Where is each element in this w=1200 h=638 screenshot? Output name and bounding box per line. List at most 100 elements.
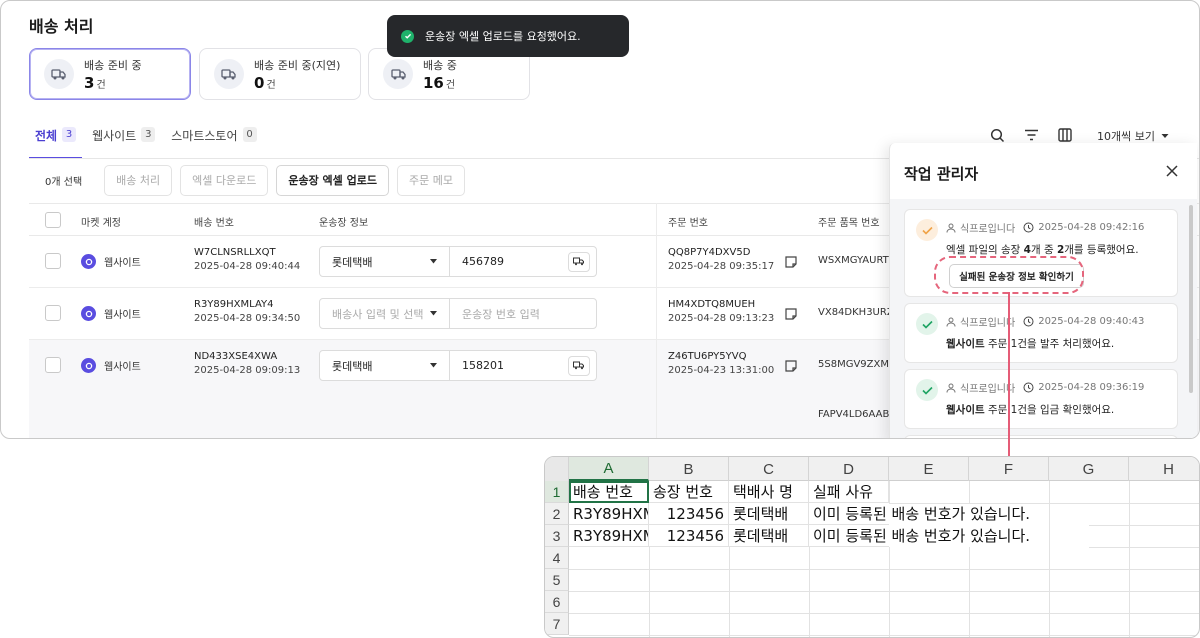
job-message: 웹사이트 주문 1건을 입금 확인했어요. — [946, 404, 1115, 416]
col-waybill: 운송장 정보 — [319, 218, 369, 229]
job-message: 엑셀 파일의 송장 4개 중 2개를 등록했어요. — [946, 244, 1139, 256]
carrier-select[interactable]: 롯데택배 — [320, 351, 450, 380]
selected-count: 0개 선택 — [45, 176, 83, 188]
job-card: 식프로입니다 2025-04-28 09:40:43 웹사이트 주문 1건을 발… — [904, 303, 1178, 363]
clock-icon — [1023, 316, 1034, 327]
tab-smartstore[interactable]: 스마트스토어 0 — [165, 121, 262, 159]
carrier-select[interactable]: 배송사 입력 및 선택 — [320, 299, 450, 328]
panel-body: 식프로입니다 2025-04-28 09:42:16 엑셀 파일의 송장 4개 … — [890, 199, 1197, 438]
col-header-b[interactable]: B — [649, 457, 729, 481]
row-header-4[interactable]: 4 — [545, 547, 569, 569]
order-memo-button[interactable]: 주문 메모 — [396, 164, 465, 196]
row-header-3[interactable]: 3 — [545, 525, 569, 547]
ship-no-cell: R3Y89HXMLAY4 2025-04-28 09:34:50 — [194, 299, 301, 324]
col-header-d[interactable]: D — [809, 457, 889, 481]
caret-down-icon — [430, 259, 437, 264]
toast: 운송장 엑셀 업로드를 요청했어요. — [387, 15, 629, 57]
caret-down-icon — [430, 363, 437, 368]
panel-scrollbar[interactable] — [1189, 205, 1193, 393]
tab-all[interactable]: 전체 3 — [29, 121, 83, 159]
row-header-2[interactable]: 2 — [545, 503, 569, 525]
col-header-h[interactable]: H — [1129, 457, 1199, 481]
market-cell: 웹사이트 — [81, 306, 141, 321]
row-header-6[interactable]: 6 — [545, 591, 569, 613]
page-title: 배송 처리 — [29, 17, 94, 36]
clock-icon — [1023, 222, 1034, 233]
col-ship-no: 배송 번호 — [194, 218, 234, 229]
tracking-input[interactable]: 158201 — [450, 351, 596, 380]
table-tools — [987, 125, 1075, 145]
col-market: 마켓 계정 — [81, 218, 121, 229]
select-all-checkbox[interactable] — [45, 212, 61, 228]
waybill-input-group: 배송사 입력 및 선택 운송장 번호 입력 — [319, 298, 597, 329]
col-header-g[interactable]: G — [1049, 457, 1129, 481]
search-icon[interactable] — [987, 125, 1007, 145]
item-no-cell: FAPV4LD6AAB0 — [818, 409, 896, 420]
per-page-label: 10개씩 보기 — [1097, 130, 1155, 143]
col-header-c[interactable]: C — [729, 457, 809, 481]
sheet-column-headers: A B C D E F G H — [545, 457, 1199, 481]
tab-count: 0 — [242, 127, 257, 142]
item-no-cell: VX84DKH3URZ — [818, 307, 894, 318]
user-icon — [946, 383, 956, 393]
stat-card-ready[interactable]: 배송 준비 중 3건 — [29, 48, 191, 100]
user-icon — [946, 317, 956, 327]
carrier-select[interactable]: 롯데택배 — [320, 247, 450, 276]
tab-bar: 전체 3 웹사이트 3 스마트스토어 0 — [29, 121, 267, 159]
tracking-lookup-button[interactable] — [568, 251, 590, 272]
col-header-a[interactable]: A — [569, 457, 649, 481]
order-no-cell: Z46TU6PY5YVQ 2025-04-23 13:31:00 — [668, 351, 775, 376]
row-header-7[interactable]: 7 — [545, 613, 569, 635]
ship-button[interactable]: 배송 처리 — [104, 164, 173, 196]
market-name: 웹사이트 — [104, 310, 141, 321]
close-icon[interactable] — [1165, 164, 1179, 178]
excel-download-button[interactable]: 엑셀 다운로드 — [180, 164, 269, 196]
tracking-lookup-button[interactable] — [568, 355, 590, 376]
caret-down-icon — [430, 311, 437, 316]
tracking-input[interactable]: 456789 — [450, 247, 596, 276]
col-header-f[interactable]: F — [969, 457, 1049, 481]
per-page-select[interactable]: 10개씩 보기 — [1097, 128, 1169, 144]
website-icon — [81, 254, 96, 269]
stat-value: 16 건 — [423, 73, 456, 92]
waybill-upload-button[interactable]: 운송장 엑셀 업로드 — [276, 164, 389, 196]
waybill-input-group: 롯데택배 456789 — [319, 246, 597, 277]
truck-icon — [573, 257, 584, 266]
market-name: 웹사이트 — [104, 362, 141, 373]
stat-value: 3건 — [84, 73, 106, 92]
row-checkbox[interactable] — [45, 253, 61, 269]
shipping-app: 배송 처리 배송 준비 중 3건 배송 준비 중(지연) 0건 배송 중 16 건 — [0, 0, 1200, 439]
truck-delay-icon — [214, 59, 244, 89]
stat-label: 배송 중 — [423, 58, 457, 72]
action-bar: 0개 선택 배송 처리 엑셀 다운로드 운송장 엑셀 업로드 주문 메모 — [29, 164, 465, 196]
memo-icon[interactable] — [784, 307, 798, 321]
select-all-corner[interactable] — [545, 457, 569, 481]
sheet-gridlines — [569, 481, 1199, 637]
job-meta: 식프로입니다 2025-04-28 09:42:16 — [946, 220, 1144, 235]
filter-icon[interactable] — [1021, 125, 1041, 145]
row-checkbox[interactable] — [45, 305, 61, 321]
row-checkbox[interactable] — [45, 357, 61, 373]
tab-count: 3 — [141, 127, 156, 142]
ship-no-cell: ND433XSE4XWA 2025-04-28 09:09:13 — [194, 351, 301, 376]
columns-icon[interactable] — [1055, 125, 1075, 145]
toast-message: 운송장 엑셀 업로드를 요청했어요. — [425, 30, 581, 43]
stat-card-delayed[interactable]: 배송 준비 중(지연) 0건 — [199, 48, 361, 100]
tracking-input[interactable]: 운송장 번호 입력 — [450, 299, 596, 328]
col-order-item-no: 주문 품목 번호 — [818, 218, 880, 229]
memo-icon[interactable] — [784, 359, 798, 373]
row-header-5[interactable]: 5 — [545, 569, 569, 591]
row-header-1[interactable]: 1 — [545, 481, 569, 503]
tab-website[interactable]: 웹사이트 3 — [86, 121, 161, 159]
stat-label: 배송 준비 중(지연) — [254, 58, 341, 72]
col-header-e[interactable]: E — [889, 457, 969, 481]
market-cell: 웹사이트 — [81, 358, 141, 373]
user-icon — [946, 223, 956, 233]
ship-no-cell: W7CLNSRLLXQT 2025-04-28 09:40:44 — [194, 247, 301, 272]
waybill-input-group: 롯데택배 158201 — [319, 350, 597, 381]
job-card: 식프로입니다 2025-04-28 09:36:19 웹사이트 주문 1건을 입… — [904, 369, 1178, 429]
memo-icon[interactable] — [784, 255, 798, 269]
job-message: 웹사이트 주문 1건을 발주 처리했어요. — [946, 338, 1115, 350]
order-no-cell: QQ8P7Y4DXV5D 2025-04-28 09:35:17 — [668, 247, 775, 272]
highlight-outline — [934, 256, 1084, 294]
